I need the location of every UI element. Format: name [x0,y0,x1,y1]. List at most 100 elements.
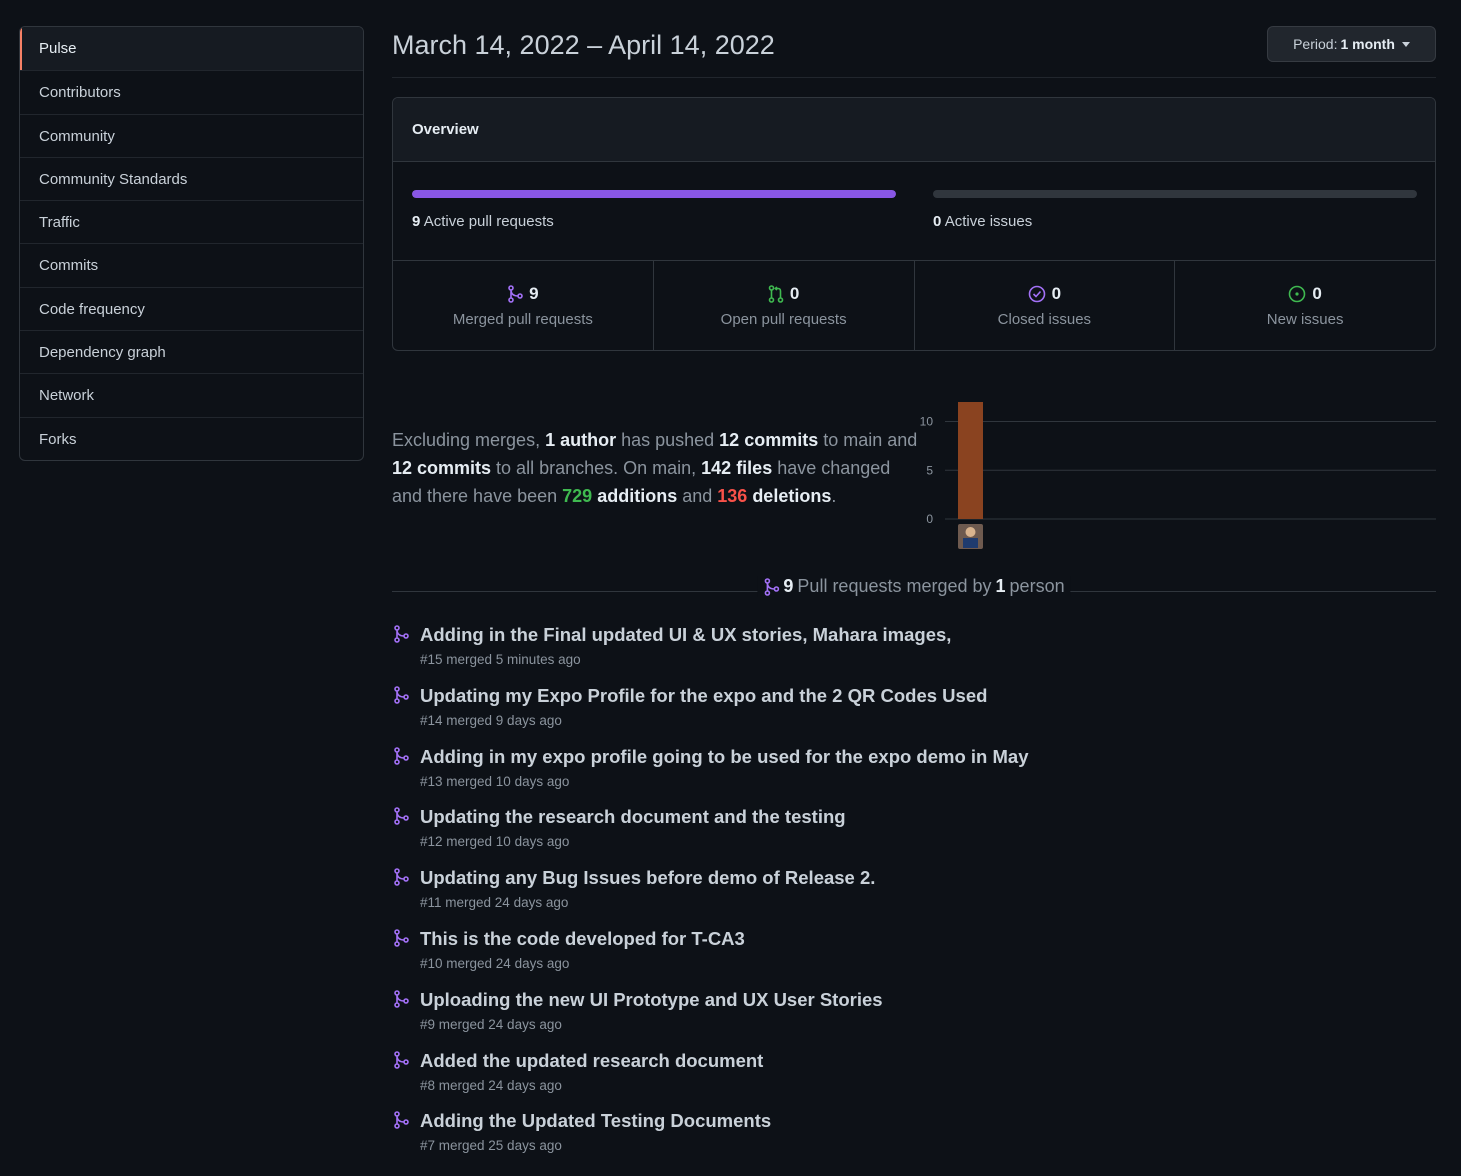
sidebar-item-dependency-graph[interactable]: Dependency graph [20,330,363,373]
list-item: Adding in my expo profile going to be us… [392,746,1436,807]
active-prs-label: Active pull requests [423,213,554,230]
pr-meta: #12 merged 10 days ago [420,834,570,850]
check-circle-icon [1028,285,1045,303]
commit-bar [958,402,983,519]
sidebar-item-commits[interactable]: Commits [20,243,363,286]
sidebar-item-community[interactable]: Community [20,113,363,157]
stat-merged-prs[interactable]: 9 Merged pull requests [393,261,653,350]
closed-issues-count: 0 [1051,284,1062,303]
pull-request-icon [768,285,784,303]
merge-icon [393,625,409,648]
issue-open-icon [1289,285,1306,303]
list-item: This is the code developed for T-CA3 #10 … [392,928,1436,989]
overview-bars: 9 Active pull requests 0 Active issues [393,162,1435,261]
summary-text: and [677,486,718,506]
sidebar-item-contributors[interactable]: Contributors [20,70,363,113]
list-item: Added the updated research document #8 me… [392,1050,1436,1111]
pr-section-heading: 9 Pull requests merged by 1 person [757,576,1071,597]
active-issues-track [933,190,1417,198]
stat-new-issues[interactable]: 0 New issues [1174,261,1435,350]
merge-icon [764,577,780,596]
merged-pr-list: Adding in the Final updated UI & UX stor… [392,624,1436,1171]
sidebar-item-community-standards[interactable]: Community Standards [20,156,363,200]
merge-icon [393,1050,409,1074]
open-prs-count: 0 [789,284,800,303]
pr-meta: #14 merged 9 days ago [420,712,562,728]
period-value: 1 month [1340,36,1395,52]
active-prs-fill [412,190,896,198]
merge-icon [393,1111,409,1134]
merged-prs-label: Merged pull requests [452,311,593,328]
pr-title-link[interactable]: Adding in my expo profile going to be us… [420,746,1436,768]
new-issues-count: 0 [1312,284,1322,303]
sidebar-item-forks[interactable]: Forks [20,416,363,460]
list-item: Updating any Bug Issues before demo of R… [392,867,1436,928]
avatar-face [965,527,976,537]
summary-text: to all branches. On main, [491,458,702,478]
pr-title-link[interactable]: Added the updated research document [420,1050,1436,1072]
pr-meta: #10 merged 24 days ago [420,955,570,971]
period-dropdown-button[interactable]: Period: 1 month [1267,26,1436,62]
summary-text: has pushed [616,430,720,450]
list-item: Adding in the Final updated UI & UX stor… [392,624,1436,685]
active-issues-link[interactable]: 0 Active issues [933,213,1417,230]
sidebar-item-code-frequency[interactable]: Code frequency [20,286,363,330]
closed-issues-label: Closed issues [997,311,1092,328]
pr-meta: #9 merged 24 days ago [420,1016,562,1032]
header-divider [392,77,1436,78]
active-prs-track [412,190,896,198]
list-item: Adding the Updated Testing Documents #7 m… [392,1110,1436,1171]
deletions-count: 136 [717,486,748,506]
y-tick-label: 5 [926,463,933,477]
sidebar-item-pulse[interactable]: Pulse [20,27,363,71]
commits-chart-svg: 10 5 0 [920,402,1436,549]
merge-icon [393,929,409,952]
merge-icon [393,989,409,1013]
merge-icon [393,746,409,770]
avatar-body [963,538,978,548]
commits-chart: 10 5 0 [919,398,1436,556]
active-prs-link[interactable]: 9 Active pull requests [412,213,896,230]
summary-text: to main and [818,430,918,450]
deletions-word: deletions [752,486,832,506]
active-issues-label: Active issues [944,213,1033,230]
pr-section-count: 9 [783,576,794,596]
commit-summary: Excluding merges, 1 author has pushed 12… [392,426,922,510]
pr-title-link[interactable]: Adding in the Final updated UI & UX stor… [420,624,1436,646]
merge-icon [508,285,523,303]
list-item: Uploading the new UI Prototype and UX Us… [392,989,1436,1050]
merge-icon [393,685,409,709]
merge-icon [393,807,409,830]
pr-title-link[interactable]: Adding the Updated Testing Documents [420,1110,1436,1132]
authors-count: 1 author [545,430,617,450]
pr-title-link[interactable]: Updating the research document and the t… [420,806,1436,828]
merge-icon [393,868,409,891]
active-prs-meter: 9 Active pull requests [412,190,896,230]
pr-title-link[interactable]: This is the code developed for T-CA3 [420,928,1436,950]
files-count: 142 files [701,458,773,478]
pr-meta: #7 merged 25 days ago [420,1138,562,1154]
pr-title-link[interactable]: Updating my Expo Profile for the expo an… [420,685,1436,707]
overview-title: Overview [393,98,1435,162]
caret-down-icon [1401,41,1410,47]
active-issues-count: 0 [933,213,942,230]
y-tick-label: 10 [920,415,934,429]
additions-count: 729 [562,486,593,506]
list-item: Updating my Expo Profile for the expo an… [392,685,1436,746]
sidebar-item-traffic[interactable]: Traffic [20,200,363,243]
page-title: March 14, 2022 – April 14, 2022 [392,30,775,60]
overview-stats: 9 Merged pull requests 0 Open pull reque… [393,261,1435,350]
pr-title-link[interactable]: Updating any Bug Issues before demo of R… [420,867,1436,889]
pr-meta: #13 merged 10 days ago [420,773,570,789]
pr-meta: #8 merged 24 days ago [420,1077,562,1093]
stat-open-prs[interactable]: 0 Open pull requests [652,261,914,350]
pr-meta: #11 merged 24 days ago [420,895,569,911]
overview-box: Overview 9 Active pull requests 0 Active… [392,97,1436,351]
open-prs-label: Open pull requests [720,311,847,328]
sidebar-item-network[interactable]: Network [20,373,363,416]
pr-title-link[interactable]: Uploading the new UI Prototype and UX Us… [420,989,1436,1011]
additions-word: additions [597,486,678,506]
pr-section-end: person [1009,576,1065,596]
pr-section-text: Pull requests merged by [797,576,992,596]
stat-closed-issues[interactable]: 0 Closed issues [913,261,1175,350]
